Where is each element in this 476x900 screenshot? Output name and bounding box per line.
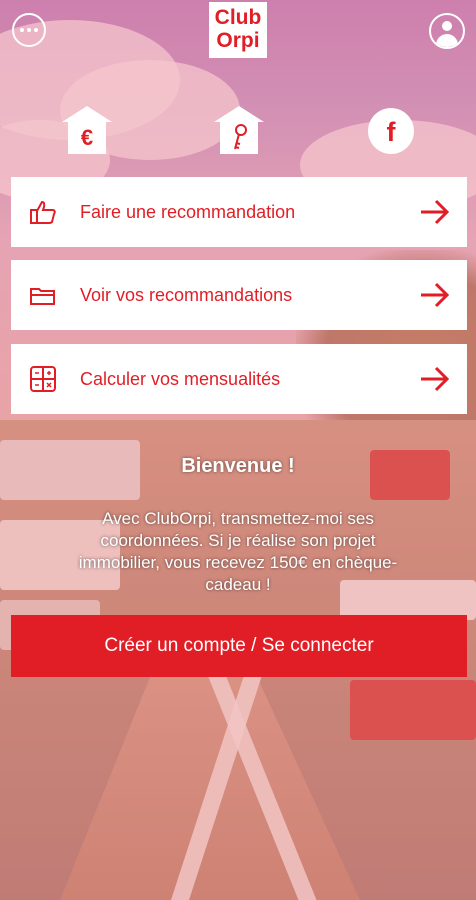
user-profile-icon (442, 21, 452, 31)
recommend-card[interactable]: Faire une recommandation (11, 177, 467, 247)
key-house-button[interactable] (214, 106, 264, 154)
key-house-icon (220, 121, 258, 154)
recommend-label: Faire une recommandation (80, 201, 296, 222)
profile-button[interactable] (429, 13, 465, 49)
euro-house-button[interactable]: € (62, 106, 112, 154)
calculate-payments-label: Calculer vos mensualités (80, 368, 281, 389)
thumbs-up-icon (28, 197, 58, 227)
arrow-right-icon (421, 366, 450, 392)
create-account-button[interactable]: Créer un compte / Se connecter (11, 615, 467, 677)
welcome-title: Bienvenue ! (181, 455, 295, 477)
view-recommendations-card[interactable]: Voir vos recommandations (11, 260, 467, 330)
more-dots-icon (20, 28, 24, 32)
club-orpi-logo: Club Orpi (209, 2, 267, 58)
logo-line-1: Club (214, 6, 262, 29)
logo-line-2: Orpi (216, 29, 260, 52)
menu-button[interactable] (12, 13, 46, 47)
folder-icon (28, 280, 58, 310)
facebook-icon[interactable]: f (368, 108, 414, 154)
arrow-right-icon (421, 282, 450, 308)
calculator-icon (28, 364, 58, 394)
welcome-text: Avec ClubOrpi, transmettez-moi ses coord… (78, 509, 398, 594)
calculate-payments-card[interactable]: Calculer vos mensualités (11, 344, 467, 414)
view-recommendations-label: Voir vos recommandations (80, 284, 293, 305)
arrow-right-icon (421, 199, 450, 225)
euro-house-icon: € (68, 121, 106, 154)
